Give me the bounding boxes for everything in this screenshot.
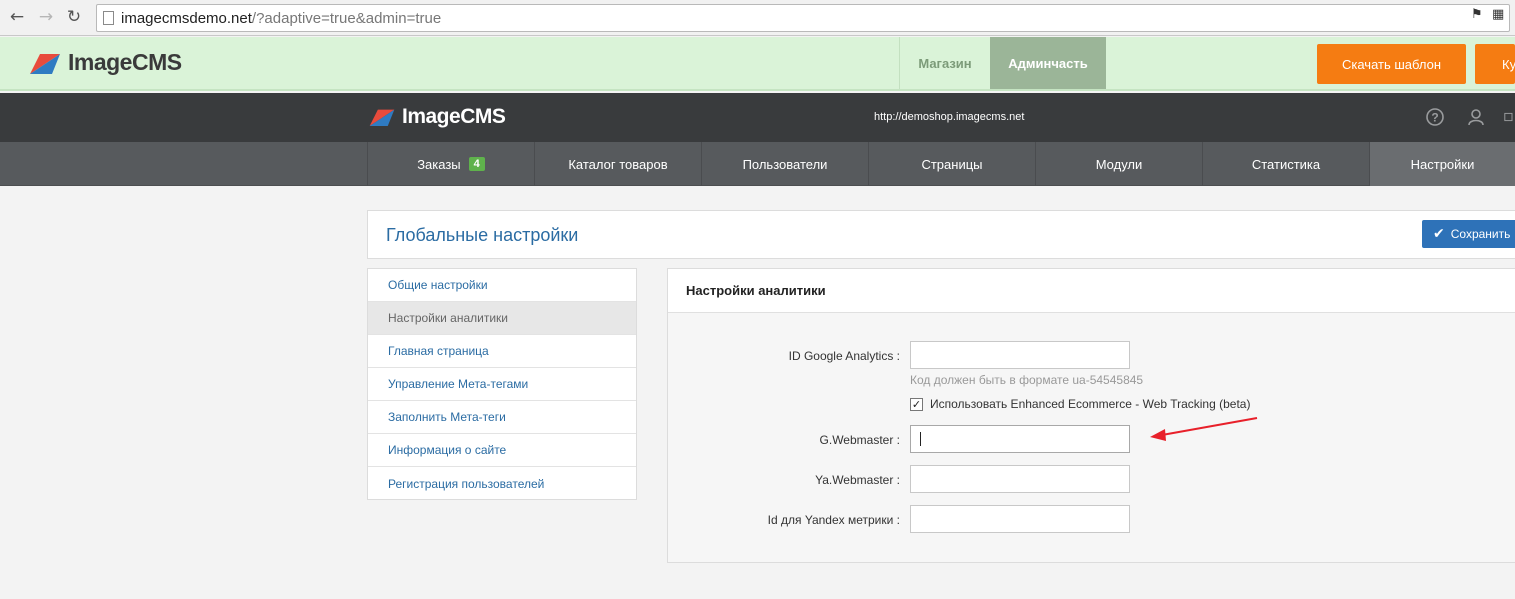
page-title: Глобальные настройки [386,225,579,245]
page-icon [103,11,114,25]
site-logo[interactable]: ImageCMS [28,49,182,76]
logo-mark-icon [30,53,60,74]
user-icon[interactable] [1466,107,1486,127]
svg-text:?: ? [1431,111,1438,125]
address-bar[interactable]: imagecmsdemo.net/?adaptive=true&admin=tr… [96,4,1510,32]
logo-mark-icon [369,109,395,127]
download-template-button[interactable]: Скачать шаблон [1317,44,1466,84]
menu-item-label: Каталог товаров [568,156,668,172]
admin-logo[interactable]: ImageCMS [368,105,506,129]
menu-item-statistics[interactable]: Статистика [1202,142,1369,186]
sidebar-item-general[interactable]: Общие настройки [368,269,636,302]
ya-webmaster-label: Ya.Webmaster : [815,473,900,487]
menu-item-label: Настройки [1410,156,1475,172]
logout-icon[interactable] [1503,107,1515,127]
main-menu: Заказы 4 Каталог товаров Пользователи Ст… [0,142,1515,186]
yandex-metrika-label: Id для Yandex метрики : [767,513,900,527]
sidebar-item-homepage[interactable]: Главная страница [368,335,636,368]
back-arrow-icon[interactable]: ← [7,7,27,27]
help-icon[interactable]: ? [1425,107,1445,127]
sidebar-item-site-info[interactable]: Информация о сайте [368,434,636,467]
sidebar-item-analytics[interactable]: Настройки аналитики [368,302,636,335]
menu-item-modules[interactable]: Модули [1035,142,1202,186]
tab-admin[interactable]: Админчасть [990,37,1106,89]
check-icon: ✔ [1433,226,1445,242]
extension-icon[interactable]: ▦ [1492,7,1504,22]
ya-webmaster-input[interactable] [910,465,1130,493]
menu-item-catalog[interactable]: Каталог товаров [534,142,701,186]
ecommerce-checkbox[interactable]: ✓ [910,397,923,411]
ecommerce-option[interactable]: ✓ Использовать Enhanced Ecommerce - Web … [910,397,1250,411]
logo-text: ImageCMS [68,49,182,75]
analytics-settings-panel: Настройки аналитики ID Google Analytics … [667,268,1515,563]
text-cursor [920,432,921,446]
site-url-link[interactable]: http://demoshop.imagecms.net [874,111,1024,123]
settings-sidebar: Общие настройки Настройки аналитики Глав… [367,268,637,500]
forward-arrow-icon[interactable]: → [36,7,56,27]
browser-toolbar: ← → ↻ imagecmsdemo.net/?adaptive=true&ad… [0,0,1515,36]
sidebar-item-user-registration[interactable]: Регистрация пользователей [368,467,636,500]
page-header: Глобальные настройки ✔ Сохранить [367,210,1515,259]
reload-icon[interactable]: ↻ [64,7,84,27]
panel-title: Настройки аналитики [668,269,1515,313]
ga-id-hint: Код должен быть в формате ua-54545845 [910,373,1144,387]
ecommerce-label: Использовать Enhanced Ecommerce - Web Tr… [930,397,1251,411]
menu-item-label: Страницы [921,156,983,172]
g-webmaster-label: G.Webmaster : [819,433,900,447]
menu-item-orders[interactable]: Заказы 4 [367,142,534,186]
ga-id-label: ID Google Analytics : [788,349,900,363]
menu-item-label: Заказы [417,156,461,172]
ga-id-input[interactable] [910,341,1130,369]
url-text: imagecmsdemo.net/?adaptive=true&admin=tr… [121,10,442,27]
menu-item-label: Модули [1095,156,1143,172]
menu-item-label: Пользователи [742,156,828,172]
orders-count-badge: 4 [468,157,485,171]
logo-text: ImageCMS [402,105,506,128]
yandex-metrika-input[interactable] [910,505,1130,533]
admin-header: ImageCMS http://demoshop.imagecms.net ? [0,93,1515,142]
menu-item-label: Статистика [1251,156,1321,172]
menu-item-users[interactable]: Пользователи [701,142,868,186]
tab-shop[interactable]: Магазин [899,37,990,89]
bookmark-icon[interactable]: ⚑ [1471,7,1483,22]
sidebar-item-fill-meta-tags[interactable]: Заполнить Мета-теги [368,401,636,434]
sidebar-item-meta-tags[interactable]: Управление Мета-тегами [368,368,636,401]
g-webmaster-input[interactable] [910,425,1130,453]
save-button[interactable]: ✔ Сохранить [1422,220,1515,248]
menu-item-pages[interactable]: Страницы [868,142,1035,186]
save-button-label: Сохранить [1450,227,1511,241]
menu-item-settings[interactable]: Настройки [1369,142,1515,186]
buy-button[interactable]: Ку [1475,44,1515,84]
site-topbar: ImageCMS Магазин Админчасть Скачать шабл… [0,37,1515,91]
